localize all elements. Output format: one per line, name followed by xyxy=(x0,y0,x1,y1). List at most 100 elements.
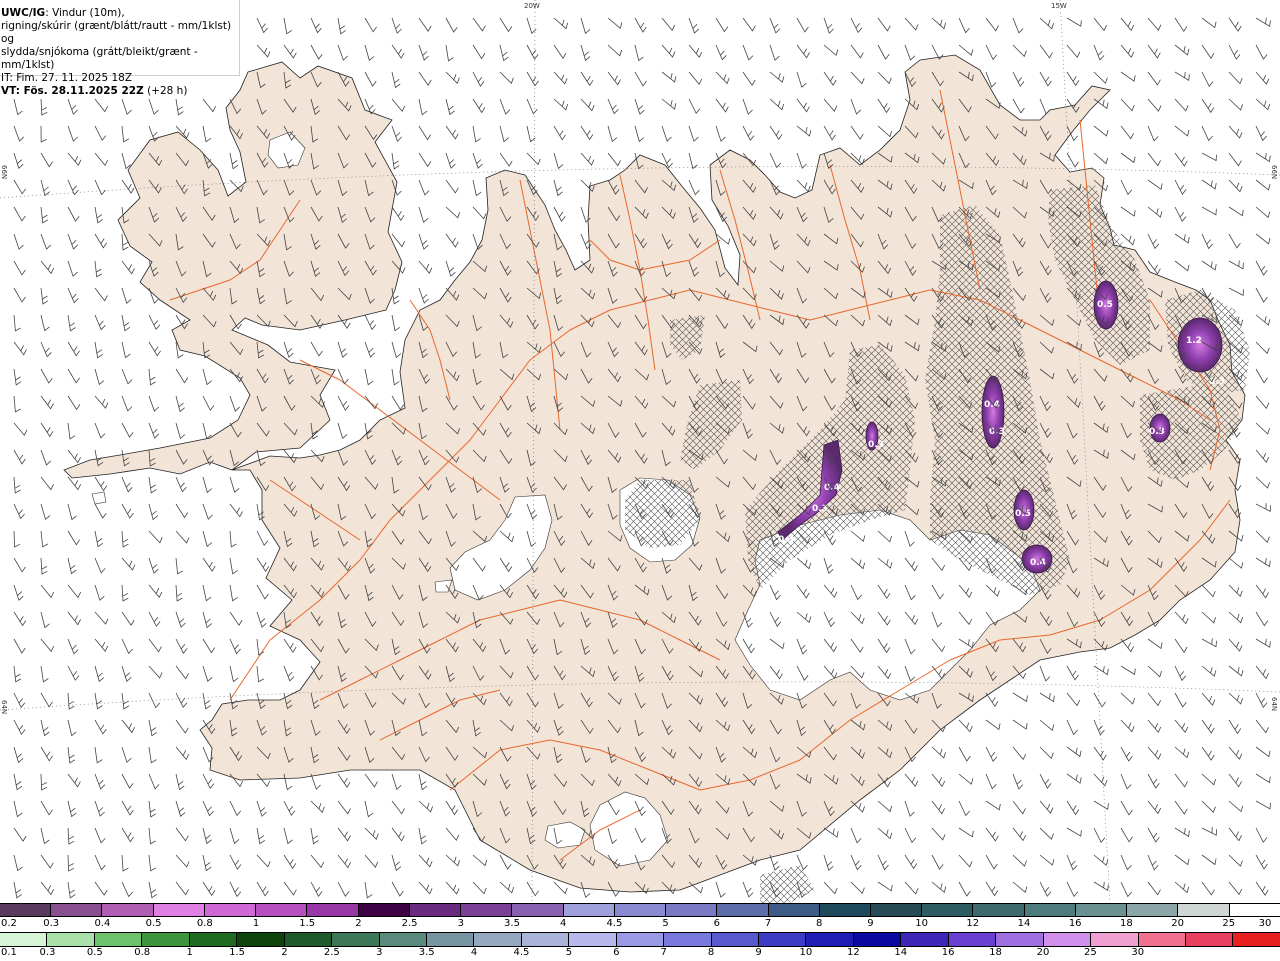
colorbar-tick-label: 3.5 xyxy=(418,947,435,958)
colorbar-swatch xyxy=(616,933,665,946)
title-line2: rigning/skúrir (grænt/blátt/rautt - mm/1… xyxy=(1,20,232,45)
colorbar-swatch xyxy=(996,933,1044,946)
colorbar-tick-label: 8 xyxy=(816,918,823,929)
colorbar-swatch xyxy=(717,904,769,916)
colorbar-swatch xyxy=(1185,933,1234,946)
colorbar-tick-label: 2.5 xyxy=(401,918,418,929)
colorbar-tick-label: 0.8 xyxy=(134,947,151,958)
precip-label: 0.5 xyxy=(1097,300,1113,310)
colorbar-tick-label: 18 xyxy=(989,947,1002,958)
colorbar-swatch xyxy=(759,933,807,946)
title-prefix: UWC/IG xyxy=(1,7,46,19)
colorbar-swatch xyxy=(768,904,820,916)
colorbar-swatch xyxy=(1229,904,1280,916)
colorbar-swatch xyxy=(237,933,285,946)
colorbar-tick-label: 16 xyxy=(941,947,955,958)
title-line3: slydda/snjókoma (grátt/bleikt/grænt - mm… xyxy=(1,46,198,71)
colorbar-tick-label: 0.3 xyxy=(39,947,56,958)
colorbar-tick-label: 25 xyxy=(1222,918,1236,929)
colorbar-tick-label: 12 xyxy=(846,947,860,958)
colorbar-tick-label: 2.5 xyxy=(323,947,340,958)
colorbar-tick-label: 25 xyxy=(1083,947,1097,958)
colorbar-tick-label: 12 xyxy=(966,918,980,929)
colorbar-swatch xyxy=(1178,904,1230,916)
colorbar-tick-label: 20 xyxy=(1171,918,1184,929)
snow-colorbar-ticks: 0.2 0.3 0.4 0.5 0.8 1 1.5 2 2.5 3 3.5 4 4.5 5 6 7 8 9 10 12… xyxy=(0,918,1280,932)
init-time: IT: Fim. 27. 11. 2025 18Z xyxy=(1,72,133,84)
colorbar-swatch xyxy=(819,904,871,916)
colorbar-swatch xyxy=(512,904,564,916)
colorbar-tick-label: 1.5 xyxy=(229,947,245,958)
colorbar-swatch xyxy=(153,904,205,916)
precip-label: 0.4 xyxy=(824,483,840,493)
colorbar-tick-label: 4.5 xyxy=(606,918,623,929)
colorbar-tick-label: 4 xyxy=(560,918,567,929)
colorbar-tick-label: 0.5 xyxy=(145,918,162,929)
valid-time: VT: Fös. 28.11.2025 22Z xyxy=(1,85,144,97)
colorbar-swatch xyxy=(1233,933,1280,946)
colorbar-swatch xyxy=(358,904,410,916)
colorbar-tick-label: 8 xyxy=(707,947,715,958)
colorbar-swatch xyxy=(426,933,475,946)
colorbar-tick-label: 9 xyxy=(755,947,762,958)
lat-label-64n-right: 64N xyxy=(1270,697,1278,711)
colorbar-tick-label: 7 xyxy=(660,947,667,958)
colorbar-tick-label: 2 xyxy=(281,947,288,958)
colorbar-swatch xyxy=(1127,904,1179,916)
precip-label: 1.2 xyxy=(1186,336,1202,346)
colorbar-swatch xyxy=(806,933,854,946)
colorbar-tick-label: 9 xyxy=(867,918,874,929)
colorbar-tick-label: 0.8 xyxy=(196,918,213,929)
colorbar-swatch xyxy=(284,933,333,946)
title-line1: UWC/IG: Vindur (10m), xyxy=(1,7,239,20)
colorbar-swatch xyxy=(102,904,154,916)
colorbar-tick-label: 6 xyxy=(713,918,720,929)
title-line1-text: : Vindur (10m), xyxy=(45,7,125,19)
colorbar-tick-label: 10 xyxy=(799,947,813,958)
colorbar-tick-label: 10 xyxy=(915,918,928,929)
colorbar-tick-label: 4 xyxy=(470,947,478,958)
colorbar-tick-label: 5 xyxy=(565,947,573,958)
colorbar-swatch xyxy=(521,933,570,946)
colorbar-tick-label: 4.5 xyxy=(513,947,530,958)
lat-label-64n-left: 64N xyxy=(0,700,8,715)
weather-map: 1.2 0.3 0.5 0.4 0.3 0.3 0.5 0.4 0.4 0.3 … xyxy=(0,0,1280,903)
colorbar-tick-label: 16 xyxy=(1068,918,1082,929)
precip-label: 0.5 xyxy=(1015,509,1031,519)
lon-label-15w: 15W xyxy=(1051,2,1067,10)
colorbar-swatch xyxy=(0,904,52,916)
colorbar-tick-label: 0.5 xyxy=(86,947,103,958)
colorbar-swatch xyxy=(666,904,718,916)
lat-label-66n-right: 66N xyxy=(1270,165,1278,179)
colorbar-tick-label: 14 xyxy=(894,947,908,958)
snow-colorbar xyxy=(0,903,1280,917)
precip-label: 0.3 xyxy=(1149,427,1165,437)
colorbar-swatch xyxy=(307,904,359,916)
colorbar-tick-label: 0.4 xyxy=(94,918,111,929)
colorbar-tick-label: 1 xyxy=(252,918,260,929)
colorbar-swatch xyxy=(853,933,902,946)
colorbar-swatch xyxy=(569,933,617,946)
colorbar-swatch xyxy=(189,933,238,946)
colorbar-swatch xyxy=(948,933,997,946)
colorbar-swatch xyxy=(409,904,462,916)
colorbar-swatch xyxy=(332,933,380,946)
colorbar-swatch xyxy=(51,904,103,916)
colorbar-swatch xyxy=(1024,904,1076,916)
colorbar-swatch xyxy=(563,904,615,916)
colorbar-tick-label: 3.5 xyxy=(504,918,520,929)
colorbar-tick-label: 0.3 xyxy=(43,918,60,929)
valid-time-line: VT: Fös. 28.11.2025 22Z (+28 h) xyxy=(1,85,239,98)
colorbar-swatch xyxy=(901,933,949,946)
legends: 0.2 0.3 0.4 0.5 0.8 1 1.5 2 2.5 3 3.5 4 4.5 5 6 7 8 9 10 12… xyxy=(0,903,1280,960)
precip-label: 0.3 xyxy=(1209,377,1225,387)
colorbar-tick-label: 30 xyxy=(1131,947,1145,958)
colorbar-tick-label: 0.1 xyxy=(1,947,17,958)
colorbar-tick-label: 18 xyxy=(1120,918,1133,929)
rain-colorbar-ticks: 0.1 0.3 0.5 0.8 1 1.5 2 2.5 3 3.5 4 4.5 5 6 7 8 9 10 12 14 1… xyxy=(0,947,1280,961)
colorbar-tick-label: 7 xyxy=(764,918,772,929)
colorbar-swatch xyxy=(379,933,427,946)
map-title-box: UWC/IG: Vindur (10m), rigning/skúrir (gr… xyxy=(0,0,240,97)
colorbar-swatch xyxy=(614,904,667,916)
precip-label: 0.3 xyxy=(778,535,794,545)
